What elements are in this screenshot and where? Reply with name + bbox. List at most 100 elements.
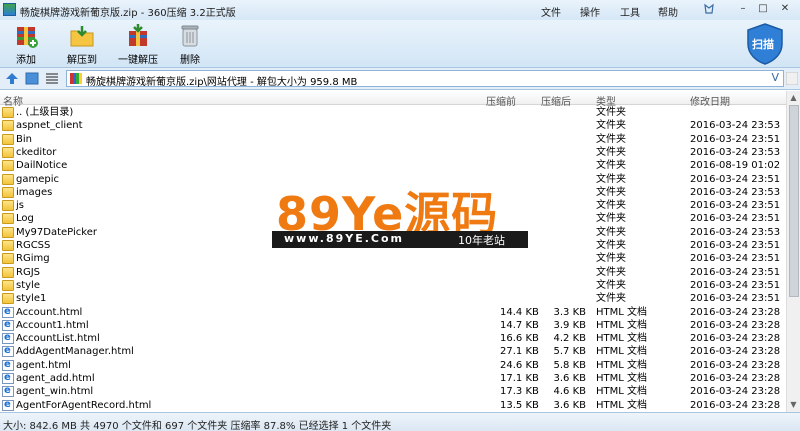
file-row[interactable]: RGimg 文件夹 2016-03-24 23:51 xyxy=(0,252,786,265)
window-title: 畅旋棋牌游戏新葡京版.zip - 360压缩 3.2正式版 xyxy=(20,8,236,19)
file-row[interactable]: ckeditor 文件夹 2016-03-24 23:53 xyxy=(0,146,786,159)
file-name: My97DatePicker xyxy=(16,226,97,238)
menu-operate[interactable]: 操作 xyxy=(580,4,600,19)
address-dropdown[interactable]: V xyxy=(771,71,779,84)
maximize-icon[interactable]: □ xyxy=(756,3,770,15)
file-row[interactable]: agent_win.html 17.3 KB 4.6 KB HTML 文档 2016-0… xyxy=(0,384,786,398)
file-row[interactable]: AddAgentManager.html 27.1 KB 5.7 KB HTML 文档… xyxy=(0,344,786,358)
file-name: Account1.html xyxy=(16,319,89,331)
file-name: AgentForAgentRecord.html xyxy=(16,399,152,411)
file-type: 文件夹 xyxy=(596,240,626,251)
file-original-size: 3.6 KB xyxy=(553,399,587,411)
file-row[interactable]: Account1.html 14.7 KB 3.9 KB HTML 文档 2016-03… xyxy=(0,318,786,332)
file-modified-date: 2016-03-24 23:53 xyxy=(690,226,781,238)
file-row[interactable]: AccountList.html 16.6 KB 4.2 KB HTML 文档 2016… xyxy=(0,331,786,345)
file-row[interactable]: aspnet_client 文件夹 2016-03-24 23:53 xyxy=(0,119,786,132)
file-modified-date: 2016-03-24 23:28 xyxy=(690,346,781,358)
file-name: AccountList.html xyxy=(16,333,100,345)
scan-button[interactable]: 扫描 xyxy=(745,22,785,66)
view-details-icon[interactable] xyxy=(25,72,39,85)
file-row[interactable]: AgentForAgentRecord.html 13.5 KB 3.6 KB HTM… xyxy=(0,398,786,412)
menu-help[interactable]: 帮助 xyxy=(658,4,678,19)
html-file-icon xyxy=(2,318,14,331)
file-type: 文件夹 xyxy=(596,107,626,118)
close-icon[interactable]: ✕ xyxy=(778,3,792,15)
app-icon xyxy=(3,3,16,16)
file-compressed-size: 16.6 KB xyxy=(500,333,539,345)
file-name: Bin xyxy=(16,133,32,145)
folder-icon xyxy=(2,240,14,251)
file-original-size: 5.7 KB xyxy=(553,346,587,358)
file-compressed-size: 13.5 KB xyxy=(500,399,539,411)
html-file-icon xyxy=(2,331,14,345)
file-modified-date: 2016-03-24 23:28 xyxy=(690,359,781,371)
refresh-icon[interactable] xyxy=(785,71,800,86)
html-file-icon xyxy=(2,371,14,384)
file-type: 文件夹 xyxy=(596,253,626,265)
file-row[interactable]: agent.html 24.6 KB 5.8 KB HTML 文档 2016-03-24… xyxy=(0,358,786,372)
folder-icon xyxy=(2,253,14,265)
file-type: 文件夹 xyxy=(596,293,626,305)
folder-icon xyxy=(2,107,14,118)
file-modified-date: 2016-03-24 23:28 xyxy=(690,319,781,331)
file-name: RGJS xyxy=(16,266,40,278)
file-original-size: 5.8 KB xyxy=(553,359,587,371)
file-type: 文件夹 xyxy=(596,120,626,132)
file-row[interactable]: RGJS 文件夹 2016-03-24 23:51 xyxy=(0,266,786,279)
file-compressed-size: 17.1 KB xyxy=(500,373,539,384)
scroll-up-arrow[interactable]: ▲ xyxy=(787,91,800,104)
file-type: 文件夹 xyxy=(596,266,626,278)
delete-button[interactable]: 删除 xyxy=(170,23,210,67)
add-button[interactable]: 添加 xyxy=(6,23,46,67)
up-arrow-icon[interactable] xyxy=(5,72,19,85)
scroll-down-arrow[interactable]: ▼ xyxy=(787,398,800,411)
folder-icon xyxy=(2,266,14,278)
file-compressed-size: 27.1 KB xyxy=(500,346,539,358)
file-compressed-size: 17.3 KB xyxy=(500,386,539,398)
file-modified-date: 2016-03-24 23:51 xyxy=(690,173,781,185)
minimize-icon[interactable]: – xyxy=(736,3,750,15)
add-label: 添加 xyxy=(16,55,36,66)
vertical-scrollbar[interactable]: ▲ ▼ xyxy=(786,91,800,412)
file-type: 文件夹 xyxy=(596,200,626,212)
file-name: agent_add.html xyxy=(16,373,95,384)
html-file-icon xyxy=(2,344,14,358)
file-type: 文件夹 xyxy=(596,186,626,198)
extract-to-button[interactable]: 解压到 xyxy=(62,23,102,67)
file-name: style1 xyxy=(16,293,47,305)
file-row[interactable]: style 文件夹 2016-03-24 23:51 xyxy=(0,279,786,292)
file-modified-date: 2016-03-24 23:51 xyxy=(690,213,781,225)
file-name: style xyxy=(16,279,40,291)
file-modified-date: 2016-03-24 23:28 xyxy=(690,306,781,318)
file-name: agent.html xyxy=(16,359,71,371)
file-original-size: 3.9 KB xyxy=(553,319,587,331)
menu-tools[interactable]: 工具 xyxy=(620,4,640,19)
file-row[interactable]: style1 文件夹 2016-03-24 23:51 xyxy=(0,292,786,305)
file-name: Account.html xyxy=(16,306,83,318)
one-click-extract-button[interactable]: 一键解压 xyxy=(118,23,158,67)
file-type: 文件夹 xyxy=(596,173,626,185)
status-text: 大小: 842.6 MB 共 4970 个文件和 697 个文件夹 压缩率 87… xyxy=(3,421,392,431)
file-list: .. (上级目录) 文件夹 aspnet_client 文件夹 2016-03-24 2… xyxy=(0,106,786,412)
watermark-logo: 89Ye源码 www.89YE.Com 10年老站 xyxy=(272,178,528,252)
file-type: HTML 文档 xyxy=(596,359,648,371)
scroll-thumb[interactable] xyxy=(789,105,799,297)
skin-icon[interactable] xyxy=(702,3,716,15)
html-file-icon xyxy=(2,305,14,318)
file-row[interactable]: DailNotice 文件夹 2016-08-19 01:02 xyxy=(0,159,786,172)
file-modified-date: 2016-03-24 23:28 xyxy=(690,386,781,398)
folder-icon xyxy=(2,279,14,291)
address-bar: 畅旋棋牌游戏新葡京版.zip\网站代理 - 解包大小为 959.8 MB V xyxy=(0,68,800,90)
column-header: 名称 压缩前 压缩后 类型 修改日期 xyxy=(0,91,786,108)
watermark-url: www.89YE.Com xyxy=(284,232,405,245)
file-row[interactable]: Bin 文件夹 2016-03-24 23:51 xyxy=(0,133,786,146)
add-archive-icon xyxy=(17,27,38,48)
file-name: AddAgentManager.html xyxy=(16,346,134,358)
file-row[interactable]: Account.html 14.4 KB 3.3 KB HTML 文档 2016-03-… xyxy=(0,305,786,319)
menu-file[interactable]: 文件 xyxy=(541,4,561,19)
view-list-icon[interactable] xyxy=(45,72,59,85)
file-row[interactable]: agent_add.html 17.1 KB 3.6 KB HTML 文档 2016-0… xyxy=(0,371,786,385)
file-name: images xyxy=(16,186,53,198)
address-field[interactable]: 畅旋棋牌游戏新葡京版.zip\网站代理 - 解包大小为 959.8 MB V xyxy=(66,70,784,88)
file-row[interactable]: .. (上级目录) 文件夹 xyxy=(0,106,786,119)
